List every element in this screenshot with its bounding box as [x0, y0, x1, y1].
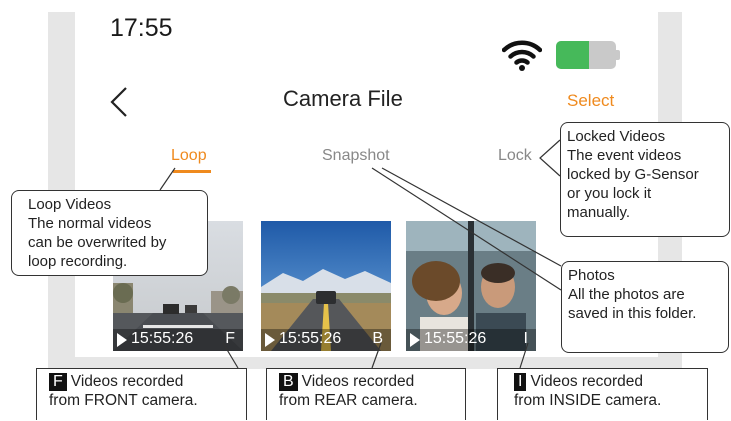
callout-text: locked by G-Sensor	[567, 166, 699, 183]
caption-text: from REAR camera.	[279, 392, 418, 409]
caption-text: Videos recorded	[301, 373, 415, 390]
callout-loop-videos: Loop Videos The normal videos can be ove…	[11, 190, 208, 276]
page-title: Camera File	[283, 86, 403, 111]
tab-lock[interactable]: Lock	[498, 147, 532, 165]
battery-fill	[556, 41, 589, 69]
wifi-icon	[501, 37, 543, 71]
callout-locked-videos: Locked Videos The event videos locked by…	[560, 122, 730, 237]
thumbnail-bar: 15:55:26 I	[406, 329, 536, 351]
battery-icon	[556, 41, 620, 69]
camera-badge: I	[523, 330, 528, 347]
play-icon	[117, 333, 127, 347]
callout-text: The event videos	[567, 147, 682, 164]
thumbnail-time: 15:55:26	[131, 330, 194, 347]
video-thumbnail-inside[interactable]: 15:55:26 I	[406, 221, 536, 351]
camera-letter-badge: B	[279, 373, 298, 391]
callout-text: or you lock it	[567, 185, 652, 202]
camera-badge: F	[225, 330, 235, 347]
caption-rear-camera: B Videos recorded from REAR camera.	[266, 368, 466, 420]
callout-text: loop recording.	[28, 253, 128, 270]
thumbnail-time: 15:55:26	[424, 330, 487, 347]
camera-letter-badge: I	[514, 373, 527, 391]
callout-text: manually.	[567, 204, 631, 221]
caption-front-camera: F Videos recorded from FRONT camera.	[36, 368, 247, 420]
thumbnail-bar: 15:55:26 B	[261, 329, 391, 351]
active-tab-indicator	[173, 170, 211, 173]
callout-text: can be overwrited by	[28, 234, 167, 251]
callout-text: The normal videos	[28, 215, 152, 232]
play-icon	[410, 333, 420, 347]
camera-letter-badge: F	[49, 373, 67, 391]
caption-text: Videos recorded	[70, 373, 184, 390]
callout-photos: Photos All the photos are saved in this …	[561, 261, 729, 353]
caption-text: Videos recorded	[530, 373, 644, 390]
status-time: 17:55	[110, 14, 173, 42]
video-thumbnail-rear[interactable]: 15:55:26 B	[261, 221, 391, 351]
tab-snapshot[interactable]: Snapshot	[322, 147, 390, 165]
callout-heading: Photos	[568, 267, 615, 284]
play-icon	[265, 333, 275, 347]
caption-inside-camera: I Videos recorded from INSIDE camera.	[497, 368, 708, 420]
callout-heading: Locked Videos	[567, 128, 666, 145]
caption-text: from INSIDE camera.	[514, 392, 662, 409]
tab-loop[interactable]: Loop	[171, 147, 207, 165]
select-button[interactable]: Select	[567, 91, 614, 111]
thumbnail-bar: 15:55:26 F	[113, 329, 243, 351]
callout-text: All the photos are	[568, 286, 685, 303]
callout-heading: Loop Videos	[28, 196, 112, 213]
chevron-left-icon[interactable]	[106, 85, 132, 119]
caption-text: from FRONT camera.	[49, 392, 198, 409]
thumbnail-time: 15:55:26	[279, 330, 342, 347]
camera-badge: B	[372, 330, 383, 347]
callout-text: saved in this folder.	[568, 305, 697, 322]
